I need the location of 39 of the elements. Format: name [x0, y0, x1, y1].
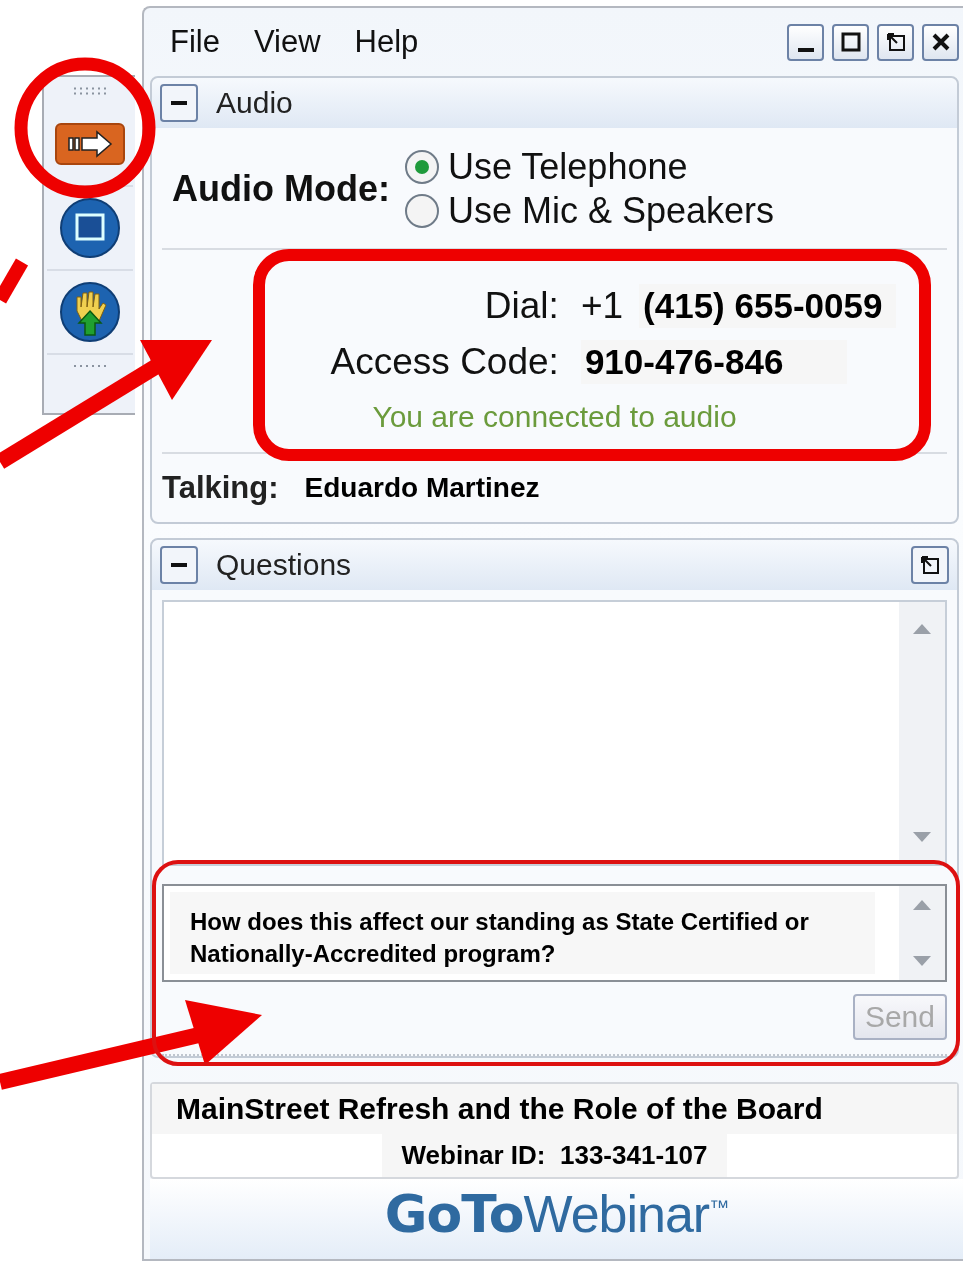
maximize-button[interactable] [832, 23, 869, 61]
logo: GoToWebinar$^{™}$ [384, 1184, 729, 1244]
radio-label[interactable]: Use Telephone [447, 146, 688, 188]
webinar-title: MainStreet Refresh and the Role of the Board [152, 1084, 957, 1134]
speaker-name: Eduardo Martinez [304, 472, 540, 504]
question-text: How does this affect our standing as State Certified or Nationally-Accredited program? [170, 892, 875, 974]
country-code: +1 [580, 285, 624, 327]
grip-icon [73, 87, 106, 95]
radio-label[interactable]: Use Mic & Speakers [447, 190, 775, 232]
popout-icon [920, 555, 940, 575]
minus-icon [171, 101, 187, 105]
audio-mode-label: Audio Mode: [172, 168, 390, 210]
menu-item[interactable]: Help [354, 24, 419, 60]
popout-icon [885, 32, 906, 52]
popout-button[interactable] [877, 23, 914, 61]
minimize-icon [797, 48, 814, 52]
webinar-id: Webinar ID: 133-341-107 [381, 1134, 728, 1177]
radio-button[interactable] [403, 149, 440, 185]
minus-icon [171, 563, 187, 567]
phone-number: (415) 655-0059 [639, 284, 897, 328]
maximize-icon [840, 32, 861, 52]
connection-status: You are connected to audio [372, 400, 737, 433]
access-code: 910-476-846 [580, 340, 848, 384]
popout-button[interactable] [911, 546, 949, 584]
access-code-label: Access Code: [329, 341, 559, 383]
raise-hand-icon[interactable] [58, 281, 121, 343]
minimize-button[interactable] [787, 23, 824, 61]
talking-label: Talking: [162, 470, 279, 506]
dial-label: Dial: [483, 285, 559, 327]
radio-button[interactable] [403, 193, 440, 229]
menu-item[interactable]: View [253, 24, 321, 60]
menu-item[interactable]: File [170, 24, 220, 60]
screen-icon[interactable] [58, 197, 121, 259]
collapse-button[interactable] [160, 84, 198, 122]
panel-title: Questions [216, 548, 352, 582]
collapse-button[interactable] [160, 546, 198, 584]
panel-title: Audio [216, 86, 293, 120]
close-icon [930, 32, 951, 52]
close-button[interactable] [922, 23, 959, 61]
